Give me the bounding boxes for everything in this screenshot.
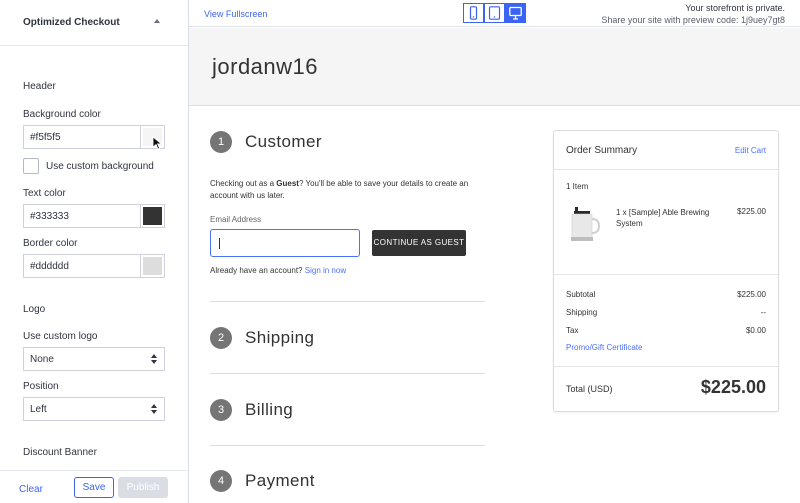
text-color-label: Text color (23, 188, 66, 199)
text-color-swatch[interactable] (140, 204, 165, 228)
tax-label: Tax (566, 326, 579, 335)
position-select[interactable]: Left (23, 397, 165, 421)
step-number: 1 (210, 131, 232, 153)
total-value: $225.00 (700, 377, 766, 397)
product-name: 1 x [Sample] Able Brewing System (616, 208, 710, 228)
step-title: Billing (245, 400, 294, 419)
border-color-input[interactable]: #dddddd (23, 254, 141, 278)
tax-value: $0.00 (745, 326, 766, 335)
header-group-label: Header (23, 81, 56, 92)
desktop-icon (509, 6, 522, 20)
shipping-value: -- (760, 308, 766, 317)
step-number: 3 (210, 399, 232, 421)
sign-in-prompt: Already have an account? Sign in now (210, 266, 346, 275)
clear-button[interactable]: Clear (19, 484, 43, 495)
background-color-input[interactable]: #f5f5f5 (23, 125, 141, 149)
preview-toolbar: View Fullscreen Your storefront is priva… (189, 0, 800, 27)
device-tablet-button[interactable] (484, 3, 505, 23)
tax-row: Tax $0.00 (566, 326, 766, 335)
preview-code-text: Share your site with preview code: 1j9ue… (601, 15, 785, 25)
use-custom-logo-label: Use custom logo (23, 331, 98, 342)
view-fullscreen-link[interactable]: View Fullscreen (204, 9, 267, 19)
use-custom-logo-select[interactable]: None (23, 347, 165, 371)
promo-gift-certificate-link[interactable]: Promo/Gift Certificate (566, 343, 642, 352)
store-name: jordanw16 (212, 54, 319, 79)
step-number: 4 (210, 470, 232, 492)
border-color-swatch[interactable] (140, 254, 165, 278)
use-custom-background-checkbox[interactable] (23, 158, 39, 174)
phone-icon (469, 6, 478, 20)
email-input[interactable] (210, 229, 360, 257)
theme-settings-sidebar: Optimized Checkout Header Background col… (0, 0, 189, 503)
mouse-pointer-icon (152, 136, 163, 150)
device-phone-button[interactable] (463, 3, 484, 23)
background-color-label: Background color (23, 109, 101, 120)
section-header[interactable]: Optimized Checkout (0, 0, 188, 46)
subtotal-row: Subtotal $225.00 (566, 290, 766, 299)
sign-in-link[interactable]: Sign in now (305, 266, 346, 275)
discount-banner-label: Discount Banner (23, 447, 97, 458)
logo-group-label: Logo (23, 304, 46, 315)
publish-button[interactable]: Publish (118, 477, 168, 498)
divider (554, 366, 778, 367)
continue-as-guest-button[interactable]: CONTINUE AS GUEST (372, 230, 466, 256)
step-title: Payment (245, 471, 315, 490)
save-button[interactable]: Save (74, 477, 114, 498)
step-title: Customer (245, 132, 322, 151)
order-summary: Order Summary Edit Cart 1 Item 1 x [Samp… (553, 130, 779, 412)
email-label: Email Address (210, 215, 262, 224)
checkout-header: jordanw16 (189, 28, 800, 106)
subtotal-value: $225.00 (737, 290, 766, 299)
have-account-text: Already have an account? (210, 266, 303, 275)
use-custom-background-label: Use custom background (46, 161, 154, 172)
select-arrows-icon (151, 354, 157, 365)
select-arrows-icon (151, 404, 157, 415)
subtotal-label: Subtotal (566, 290, 596, 299)
private-notice: Your storefront is private. (685, 3, 785, 13)
section-title: Optimized Checkout (23, 17, 120, 28)
position-value: Left (30, 404, 47, 415)
shipping-row: Shipping -- (566, 308, 766, 317)
divider (554, 169, 778, 170)
guest-checkout-text: Checking out as a Guest? You'll be able … (210, 179, 469, 200)
text-color-input[interactable]: #333333 (23, 204, 141, 228)
device-desktop-button[interactable] (505, 3, 526, 23)
step-number: 2 (210, 327, 232, 349)
position-label: Position (23, 381, 59, 392)
divider (210, 445, 485, 446)
step-title: Shipping (245, 328, 315, 347)
product-price: $225.00 (737, 207, 766, 216)
order-summary-title: Order Summary (566, 145, 638, 156)
product-image (571, 207, 601, 241)
divider (554, 274, 778, 275)
use-custom-logo-value: None (30, 354, 54, 365)
divider (210, 373, 485, 374)
storefront-preview: jordanw16 1 Customer Checking out as a G… (189, 28, 800, 503)
shipping-label: Shipping (566, 308, 598, 317)
divider (210, 301, 485, 302)
edit-cart-link[interactable]: Edit Cart (735, 146, 766, 155)
chevron-up-icon[interactable] (154, 19, 160, 23)
sidebar-footer: Clear Save Publish (0, 470, 188, 503)
border-color-label: Border color (23, 238, 78, 249)
tablet-icon (488, 6, 501, 20)
item-count: 1 Item (566, 182, 589, 191)
total-label: Total (USD) (566, 384, 613, 394)
